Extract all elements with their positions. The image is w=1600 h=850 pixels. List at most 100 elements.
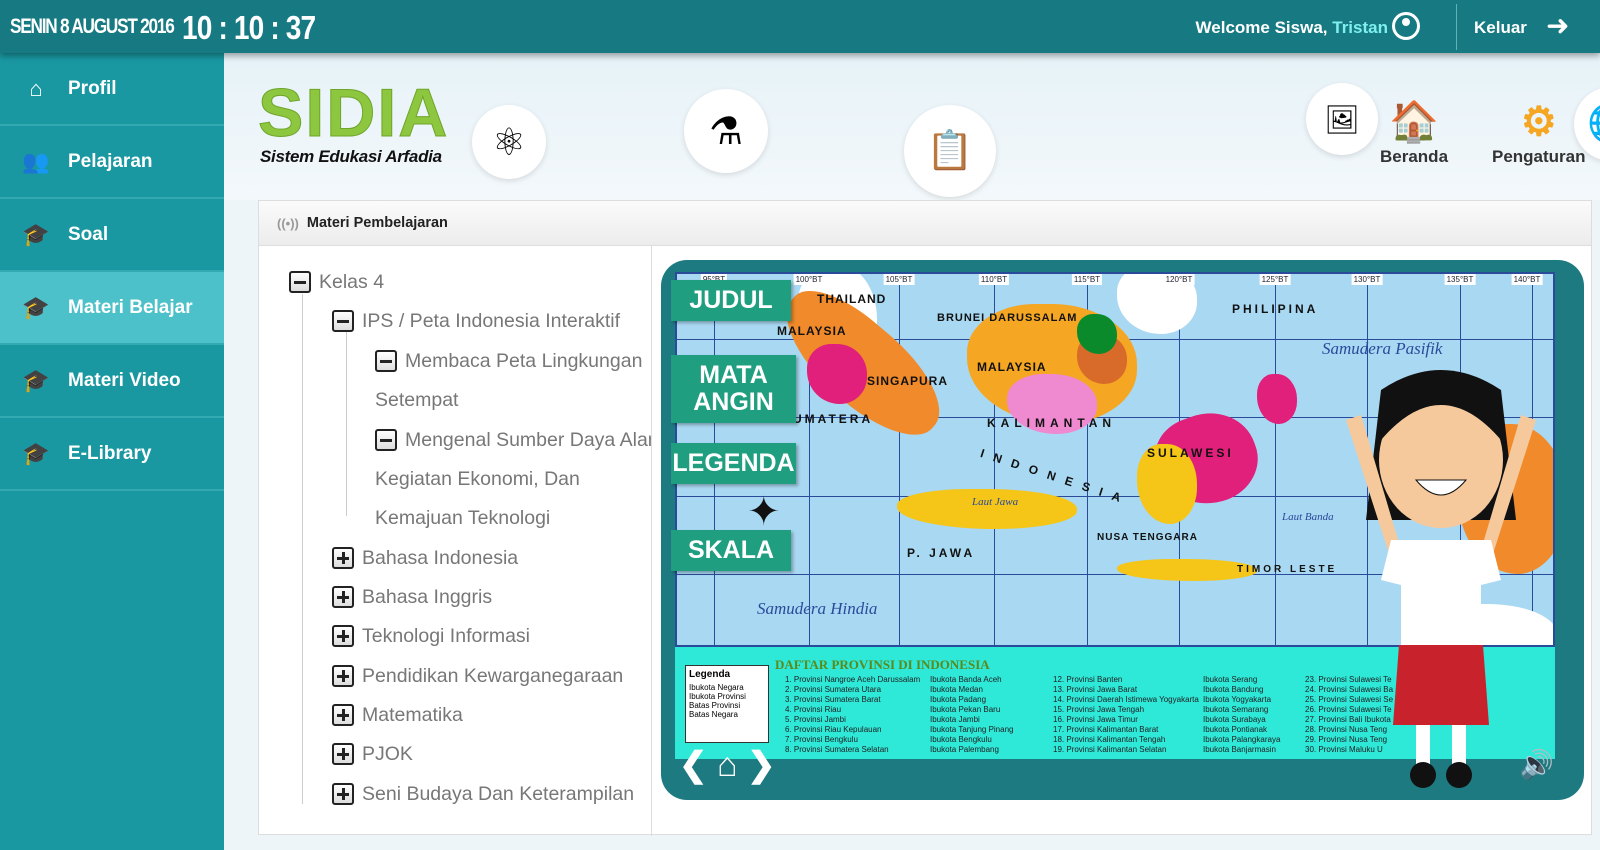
longitude-label: 120°BT — [1163, 274, 1195, 285]
longitude-label: 135°BT — [1444, 274, 1476, 285]
expand-icon[interactable] — [332, 783, 354, 805]
map-label: THAILAND — [817, 292, 887, 306]
logout-icon[interactable]: ➜ — [1546, 12, 1569, 40]
province-list-item: 14. Provinsi Daerah Istimewa Yogyakarta — [1053, 695, 1199, 704]
sidebar-item-materi-video[interactable]: 🎓 Materi Video — [0, 345, 224, 418]
tree-line — [346, 331, 347, 516]
province-list-item: Ibukota Tanjung Pinang — [930, 725, 1014, 734]
sidia-logo: SIDIA — [257, 75, 450, 151]
tree-node-continuation[interactable]: Setempat — [375, 382, 458, 418]
logout-button[interactable]: Keluar — [1474, 18, 1527, 38]
tree-node-bahasa-inggris[interactable]: Bahasa Inggris — [332, 579, 492, 615]
map-label: MALAYSIA — [977, 360, 1047, 374]
sound-icon[interactable]: 🔊 — [1519, 748, 1554, 781]
tree-node-continuation[interactable]: Kegiatan Ekonomi, Dan — [375, 461, 580, 497]
sidebar-item-pelajaran[interactable]: 👥 Pelajaran — [0, 126, 224, 199]
home-icon[interactable]: ⌂ — [717, 746, 738, 784]
nav-beranda-button[interactable]: 🏠 Beranda — [1380, 97, 1448, 167]
previous-icon[interactable]: ❮ — [679, 746, 708, 784]
collapse-icon[interactable] — [375, 350, 397, 372]
expand-icon[interactable] — [332, 665, 354, 687]
sidebar-item-label: Pelajaran — [68, 150, 153, 172]
nav-pengaturan-button[interactable]: ⚙ Pengaturan — [1492, 97, 1586, 167]
sidebar-item-e-library[interactable]: 🎓 E-Library — [0, 418, 224, 491]
province-list-title: DAFTAR PROVINSI DI INDONESIA — [775, 657, 990, 672]
tree-label: Pendidikan Kewarganegaraan — [362, 664, 624, 687]
province-list-item: 2. Provinsi Sumatera Utara — [785, 685, 882, 694]
map-label: P. JAWA — [907, 546, 976, 560]
map-label: MALAYSIA — [777, 324, 847, 338]
sidebar-item-profil[interactable]: ⌂ Profil — [0, 53, 224, 126]
sidebar: ⌂ Profil 👥 Pelajaran 🎓 Soal 🎓 Materi Belajar… — [0, 53, 224, 850]
expand-icon[interactable] — [332, 586, 354, 608]
atom-icon: ⚛ — [472, 105, 546, 179]
tree-node-sumber-daya[interactable]: Mengenal Sumber Daya Alam — [375, 422, 652, 458]
province-list-item: Ibukota Surabaya — [1203, 715, 1266, 724]
tree-label: Mengenal Sumber Daya Alam — [405, 428, 652, 451]
collapse-icon[interactable] — [332, 310, 354, 332]
tree-node-ips[interactable]: IPS / Peta Indonesia Interaktif — [332, 303, 620, 339]
province-list-item: 3. Provinsi Sumatera Barat — [785, 695, 881, 704]
expand-icon[interactable] — [332, 547, 354, 569]
tree-label: Teknologi Informasi — [362, 624, 530, 647]
clock-display: 10 : 10 : 37 — [182, 9, 316, 46]
mata-angin-button[interactable]: MATA ANGIN — [671, 355, 796, 423]
tree-node-continuation[interactable]: Kemajuan Teknologi — [375, 500, 550, 536]
province-list-item: 12. Provinsi Banten — [1053, 675, 1123, 684]
tree-label: Matematika — [362, 703, 463, 726]
legenda-button[interactable]: LEGENDA — [671, 443, 796, 484]
tree-node-teknologi-informasi[interactable]: Teknologi Informasi — [332, 618, 530, 654]
judul-button[interactable]: JUDUL — [671, 280, 791, 321]
student-character-illustration — [1346, 370, 1536, 788]
tree-node-seni-budaya[interactable]: Seni Budaya Dan Keterampilan — [332, 776, 634, 812]
province-list-item: 4. Provinsi Riau — [785, 705, 842, 714]
viewer-controls: ❮ ⌂ ❯ — [679, 745, 775, 785]
welcome-prefix: Welcome Siswa, — [1195, 18, 1333, 37]
longitude-label: 130°BT — [1351, 274, 1383, 285]
sidebar-item-label: E-Library — [68, 442, 152, 464]
tree-node-bahasa-indonesia[interactable]: Bahasa Indonesia — [332, 540, 518, 576]
tree-node-membaca-peta[interactable]: Membaca Peta Lingkungan — [375, 343, 642, 379]
tree-node-matematika[interactable]: Matematika — [332, 697, 463, 733]
user-avatar-icon[interactable] — [1392, 12, 1420, 40]
longitude-label: 125°BT — [1259, 274, 1291, 285]
logo-tagline: Sistem Edukasi Arfadia — [260, 147, 442, 166]
tree-node-pjok[interactable]: PJOK — [332, 736, 413, 772]
next-icon[interactable]: ❯ — [747, 746, 776, 784]
collapse-icon[interactable] — [289, 271, 311, 293]
legend-item: Batas Provinsi — [689, 701, 741, 710]
province-list-item: Ibukota Bandung — [1203, 685, 1264, 694]
capital-column: Ibukota Banda Aceh Ibukota Medan Ibukota P… — [930, 675, 1013, 755]
map-label: NUSA TENGGARA — [1097, 532, 1198, 543]
province-list-item: Ibukota Jambi — [930, 715, 980, 724]
tree-node-pkn[interactable]: Pendidikan Kewarganegaraan — [332, 658, 623, 694]
province-list-item: Ibukota Pekan Baru — [930, 705, 1001, 714]
users-icon: 👥 — [22, 148, 50, 174]
sidebar-item-soal[interactable]: 🎓 Soal — [0, 199, 224, 272]
expand-icon[interactable] — [332, 625, 354, 647]
test-clipboard-icon: 📋 — [904, 105, 996, 197]
tree-label: Setempat — [375, 388, 459, 411]
province-list-item: Ibukota Banda Aceh — [930, 675, 1002, 684]
tree-node-kelas-4[interactable]: Kelas 4 — [289, 264, 384, 300]
tree-label: Kemajuan Teknologi — [375, 506, 551, 529]
collapse-icon[interactable] — [375, 429, 397, 451]
legend-item: Ibukota Provinsi — [689, 692, 746, 701]
house-icon: 🏠 — [1389, 100, 1439, 144]
nav-label: Beranda — [1380, 147, 1449, 166]
skala-button[interactable]: SKALA — [671, 530, 791, 571]
longitude-label: 140°BT — [1511, 274, 1543, 285]
sidebar-item-materi-belajar[interactable]: 🎓 Materi Belajar — [0, 272, 224, 345]
province-list-item: 17. Provinsi Kalimantan Barat — [1053, 725, 1159, 734]
divider — [1456, 4, 1457, 50]
longitude-label: 110°BT — [978, 274, 1010, 285]
user-name[interactable]: Tristan — [1332, 18, 1388, 37]
province-list-item: 1. Provinsi Nangroe Aceh Darussalam — [785, 675, 921, 684]
expand-icon[interactable] — [332, 704, 354, 726]
panel-header: ((•)) Materi Pembelajaran — [259, 201, 1591, 246]
expand-icon[interactable] — [332, 743, 354, 765]
tree-label: IPS / Peta Indonesia Interaktif — [362, 309, 620, 332]
legend-item: Ibukota Negara — [689, 683, 744, 692]
sidebar-item-label: Soal — [68, 223, 109, 245]
legend-title: Legenda — [689, 669, 731, 680]
